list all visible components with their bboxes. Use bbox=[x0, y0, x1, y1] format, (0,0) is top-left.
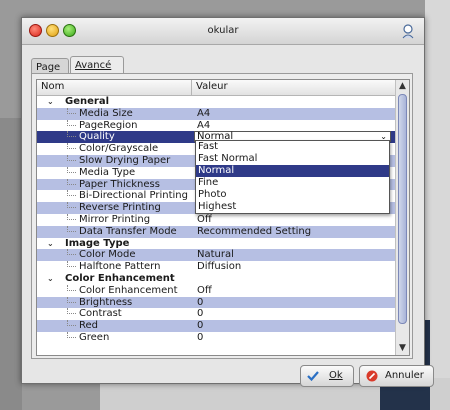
option-value: Recommended Setting bbox=[197, 225, 312, 237]
chevron-down-icon[interactable]: ⌄ bbox=[47, 96, 54, 108]
table-row[interactable]: Contrast 0 bbox=[37, 308, 395, 320]
tab-page[interactable]: Page bbox=[31, 58, 69, 74]
quality-dropdown-list[interactable]: Fast Fast Normal Normal Fine Photo Highest bbox=[195, 140, 390, 214]
table-row[interactable]: Media Size A4 bbox=[37, 107, 395, 120]
option-value: 0 bbox=[197, 320, 204, 332]
chevron-down-icon[interactable]: ⌄ bbox=[47, 273, 54, 285]
background-window-left bbox=[0, 118, 22, 410]
app-icon bbox=[402, 24, 414, 39]
option-name: Slow Drying Paper bbox=[79, 154, 171, 166]
group-row[interactable]: ⌄ Image Type bbox=[37, 237, 395, 250]
tree-branch bbox=[67, 119, 76, 126]
tree-branch bbox=[67, 178, 76, 185]
options-tree[interactable]: Nom Valeur ⌄ General Media Size A4 PageRegio… bbox=[36, 79, 410, 356]
table-row[interactable]: Halftone Pattern Diffusion bbox=[37, 261, 395, 273]
vertical-scrollbar[interactable]: ▲ ▼ bbox=[395, 80, 409, 355]
dropdown-option[interactable]: Highest bbox=[196, 201, 389, 213]
option-name: Color/Grayscale bbox=[79, 143, 159, 155]
option-name: Media Size bbox=[79, 107, 133, 119]
tree-branch bbox=[67, 131, 76, 138]
option-value: A4 bbox=[197, 119, 211, 131]
cancel-button[interactable]: Annuler bbox=[359, 365, 434, 387]
tree-branch bbox=[67, 143, 76, 150]
tab-advanced[interactable]: Avancé bbox=[70, 56, 124, 74]
dropdown-option[interactable]: Normal bbox=[196, 165, 389, 177]
option-name: Paper Thickness bbox=[79, 178, 160, 190]
tree-branch bbox=[67, 249, 76, 256]
option-value: Natural bbox=[197, 249, 234, 261]
scroll-up-icon[interactable]: ▲ bbox=[396, 80, 409, 93]
group-row[interactable]: ⌄ General bbox=[37, 96, 395, 108]
ok-label: Ok bbox=[329, 370, 343, 381]
column-header-value[interactable]: Valeur bbox=[192, 80, 396, 95]
option-value: 0 bbox=[197, 308, 204, 320]
table-row[interactable]: Color Mode Natural bbox=[37, 249, 395, 262]
option-value: Off bbox=[197, 284, 212, 296]
tree-branch bbox=[67, 154, 76, 161]
table-row[interactable]: Mirror Printing Off bbox=[37, 213, 395, 226]
option-name: Reverse Printing bbox=[79, 202, 161, 214]
tree-branch bbox=[67, 331, 76, 338]
ok-button[interactable]: Ok bbox=[300, 365, 354, 387]
table-row[interactable]: Color Enhancement Off bbox=[37, 284, 395, 297]
option-value: 0 bbox=[197, 331, 204, 343]
titlebar: okular bbox=[22, 18, 424, 45]
group-row[interactable]: ⌄ Color Enhancement bbox=[37, 272, 395, 285]
table-row[interactable]: Green 0 bbox=[37, 331, 395, 344]
table-row[interactable]: Data Transfer Mode Recommended Setting bbox=[37, 225, 395, 238]
column-header-name[interactable]: Nom bbox=[37, 80, 192, 95]
option-name: General bbox=[65, 96, 109, 107]
option-name: Halftone Pattern bbox=[79, 261, 161, 273]
option-name: PageRegion bbox=[79, 119, 138, 131]
tree-branch bbox=[67, 107, 76, 114]
option-name: Color Enhancement bbox=[65, 272, 175, 284]
option-name: Data Transfer Mode bbox=[79, 225, 177, 237]
option-name: Red bbox=[79, 320, 98, 332]
scrollbar-thumb[interactable] bbox=[398, 94, 407, 324]
tree-rows: ⌄ General Media Size A4 PageRegion A4 Quality N… bbox=[37, 96, 395, 344]
table-row[interactable]: PageRegion A4 bbox=[37, 119, 395, 132]
option-value: Diffusion bbox=[197, 261, 242, 273]
tree-branch bbox=[67, 225, 76, 232]
tree-branch bbox=[67, 202, 76, 209]
table-row[interactable]: Red 0 bbox=[37, 320, 395, 332]
tree-branch bbox=[67, 213, 76, 220]
option-name: Mirror Printing bbox=[79, 213, 151, 225]
tree-branch bbox=[67, 190, 76, 197]
tree-branch bbox=[67, 320, 76, 327]
cancel-icon bbox=[366, 370, 378, 382]
dropdown-option[interactable]: Fast Normal bbox=[196, 153, 389, 165]
window-title: okular bbox=[207, 25, 239, 36]
option-name: Contrast bbox=[79, 308, 122, 320]
tree-branch bbox=[67, 284, 76, 291]
scroll-down-icon[interactable]: ▼ bbox=[396, 342, 409, 355]
option-name: Media Type bbox=[79, 166, 136, 178]
option-name: Green bbox=[79, 331, 110, 343]
tree-branch bbox=[67, 261, 76, 268]
tree-branch bbox=[67, 308, 76, 315]
dropdown-option[interactable]: Fast bbox=[196, 141, 389, 153]
option-value: A4 bbox=[197, 107, 211, 119]
option-value: 0 bbox=[197, 296, 204, 308]
dropdown-option[interactable]: Photo bbox=[196, 189, 389, 201]
option-name: Brightness bbox=[79, 296, 133, 308]
option-name: Quality bbox=[79, 131, 115, 143]
dropdown-option[interactable]: Fine bbox=[196, 177, 389, 189]
option-name: Color Mode bbox=[79, 249, 136, 261]
tree-branch bbox=[67, 166, 76, 173]
option-name: Image Type bbox=[65, 237, 130, 249]
option-name: Bi-Directional Printing bbox=[79, 190, 188, 202]
chevron-down-icon[interactable]: ⌄ bbox=[47, 238, 54, 250]
table-row[interactable]: Brightness 0 bbox=[37, 296, 395, 309]
option-name: Color Enhancement bbox=[79, 284, 178, 296]
option-value: Off bbox=[197, 213, 212, 225]
cancel-label: Annuler bbox=[385, 370, 424, 381]
tree-branch bbox=[67, 296, 76, 303]
tree-header: Nom Valeur bbox=[37, 80, 395, 96]
checkmark-icon bbox=[307, 371, 319, 382]
